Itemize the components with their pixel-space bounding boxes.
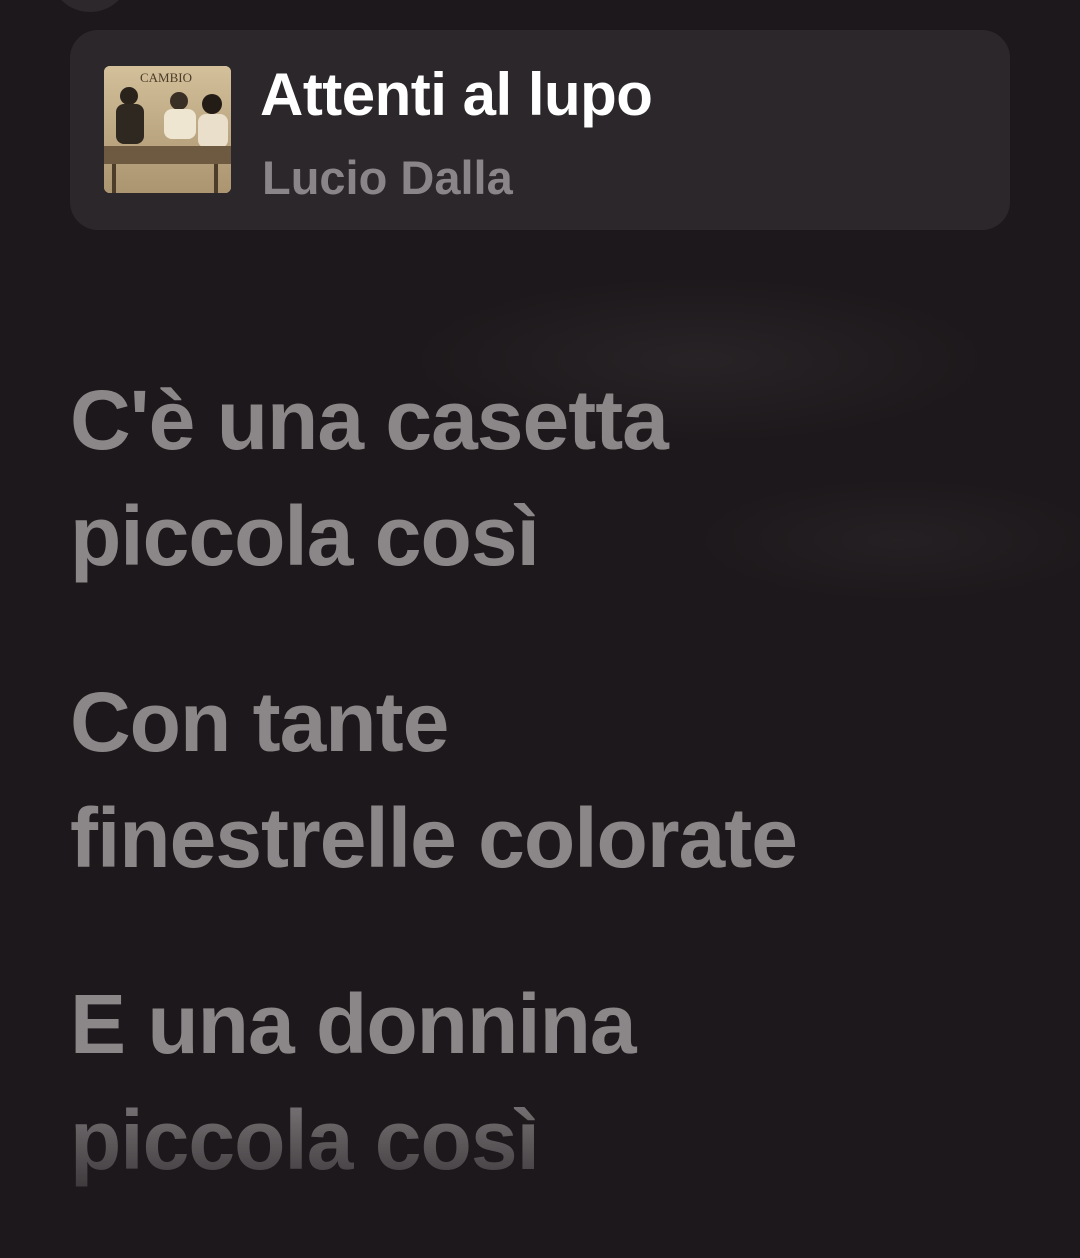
song-title: Attenti al lupo: [260, 61, 653, 128]
artwork-label: CAMBIO: [140, 70, 192, 85]
lyric-line[interactable]: Con tante finestrelle colorate: [70, 664, 1050, 896]
lyrics-panel: C'è una casetta piccola così Con tante f…: [70, 362, 1050, 1258]
song-artist: Lucio Dalla: [262, 151, 513, 204]
lyric-line[interactable]: E una donnina piccola così: [70, 966, 1050, 1198]
lyric-line[interactable]: C'è una casetta piccola così: [70, 362, 1050, 594]
back-button[interactable]: [52, 0, 128, 12]
now-playing-card[interactable]: CAMBIO Attenti al lupo Lucio Dalla: [70, 30, 1010, 230]
album-artwork[interactable]: CAMBIO: [104, 66, 231, 193]
